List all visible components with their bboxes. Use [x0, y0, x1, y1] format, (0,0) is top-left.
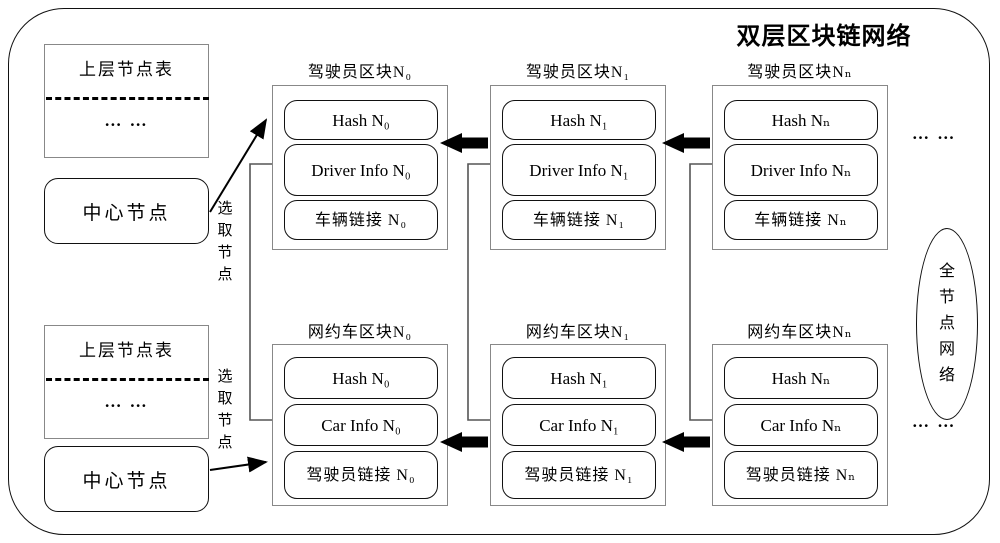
diagram-canvas: 双层区块链网络 上层节点表 … … 中心节点 选 取 节 点 上层节点表 … ……: [0, 0, 1000, 543]
select-node-arrow-top: [209, 118, 268, 213]
connector-overlay: [209, 118, 712, 473]
cross-link-connector-1: [467, 163, 490, 421]
cross-link-connector-0: [249, 163, 272, 421]
car-chain-arrow-1: [440, 432, 488, 452]
select-node-arrow-bottom: [209, 456, 268, 473]
driver-chain-arrow-1: [440, 133, 488, 153]
cross-link-connector-n: [689, 163, 712, 421]
driver-chain-arrow-2: [662, 133, 710, 153]
car-chain-arrow-2: [662, 432, 710, 452]
